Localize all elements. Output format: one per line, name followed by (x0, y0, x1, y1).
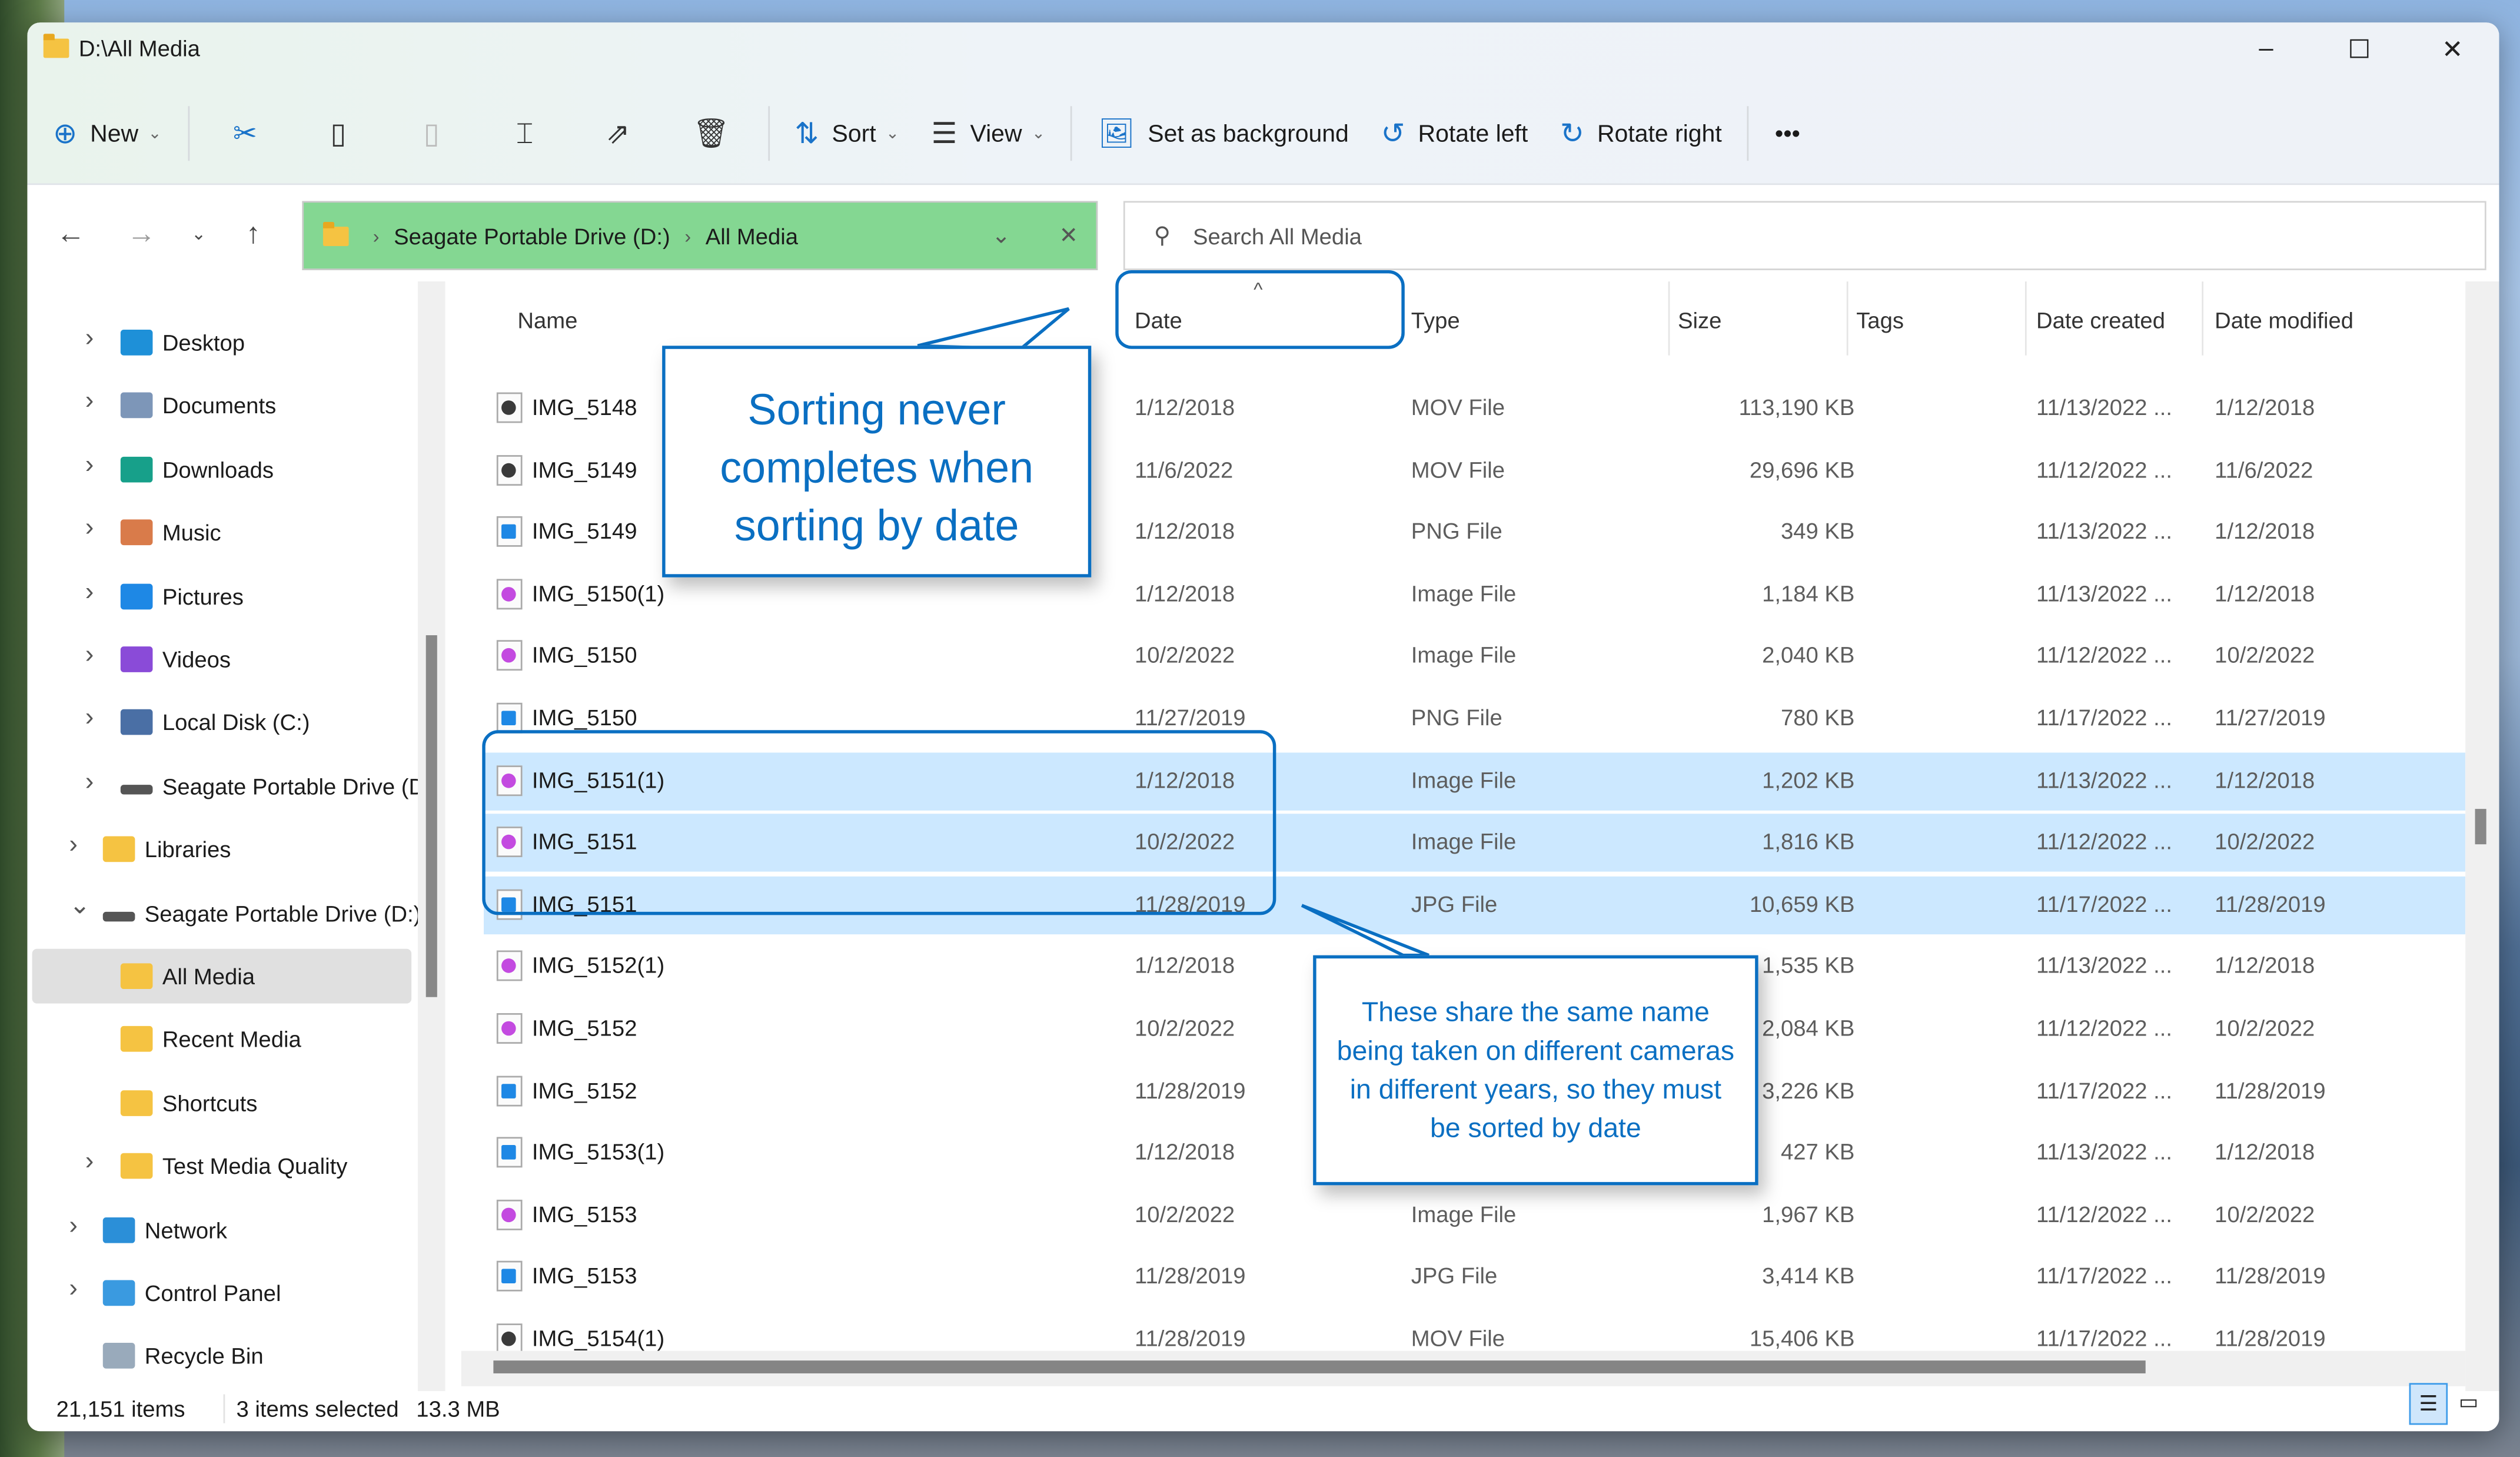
name-callout-tail (1301, 904, 1429, 957)
file-explorer-window: D:\All Media – ☐ ✕ ⊕ New ⌄ ✂ ▯ ▯ ⌶ ⇗ 🗑 ⇅… (27, 22, 2499, 1432)
callout-tails (917, 307, 1429, 957)
desktop: D:\All Media – ☐ ✕ ⊕ New ⌄ ✂ ▯ ▯ ⌶ ⇗ 🗑 ⇅… (0, 0, 2520, 1457)
sort-callout: Sorting never completes when sorting by … (662, 346, 1092, 578)
sort-callout-tail (917, 307, 1070, 351)
same-name-callout: These share the same name being taken on… (1313, 955, 1758, 1186)
